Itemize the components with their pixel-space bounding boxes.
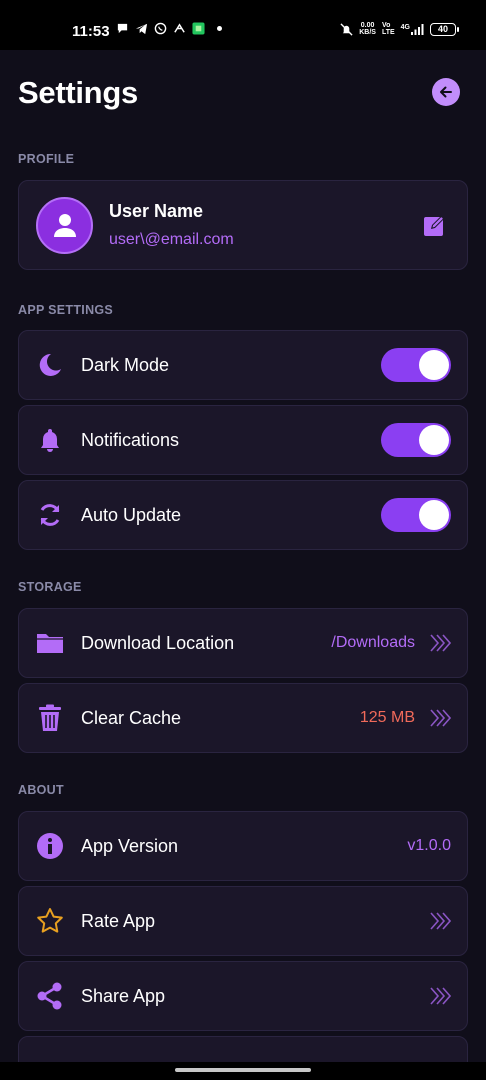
setting-row-app-version[interactable]: App Version v1.0.0 bbox=[18, 811, 468, 881]
setting-row-partial[interactable] bbox=[18, 1036, 468, 1062]
whatsapp-icon bbox=[154, 22, 167, 35]
moon-icon bbox=[36, 351, 64, 379]
setting-row-download-location[interactable]: Download Location /Downloads bbox=[18, 608, 468, 678]
status-time: 11:53 bbox=[72, 23, 110, 40]
home-gesture-bar[interactable] bbox=[175, 1068, 311, 1072]
signal-label: 4G bbox=[400, 23, 410, 31]
system-navigation-bar bbox=[0, 1062, 486, 1080]
section-title-about: ABOUT bbox=[18, 783, 64, 797]
setting-label: Clear Cache bbox=[81, 707, 182, 728]
profile-info: User Name user\@email.com bbox=[109, 201, 421, 249]
network-icon bbox=[174, 23, 185, 33]
toggle-knob bbox=[419, 500, 449, 530]
bell-icon bbox=[36, 426, 64, 454]
download-location-value: /Downloads bbox=[331, 634, 415, 651]
page-title: Settings bbox=[18, 75, 138, 110]
chevron-right-icon bbox=[430, 709, 451, 727]
setting-label: Dark Mode bbox=[81, 354, 170, 375]
setting-label: Rate App bbox=[81, 910, 156, 931]
toggle-knob bbox=[419, 350, 449, 380]
setting-row-auto-update[interactable]: Auto Update bbox=[18, 480, 468, 550]
setting-label: Share App bbox=[81, 985, 166, 1006]
setting-label: Auto Update bbox=[81, 504, 182, 525]
chevron-right-icon bbox=[430, 912, 451, 930]
section-title-profile: PROFILE bbox=[18, 152, 75, 166]
avatar bbox=[36, 196, 93, 254]
profile-name: User Name bbox=[109, 201, 204, 221]
folder-icon bbox=[36, 629, 64, 657]
auto-update-toggle[interactable] bbox=[381, 498, 451, 532]
setting-row-clear-cache[interactable]: Clear Cache 125 MB bbox=[18, 683, 468, 753]
notifications-toggle[interactable] bbox=[381, 423, 451, 457]
settings-screen: Settings PROFILE User Name user\@email.c… bbox=[0, 50, 486, 1062]
share-icon bbox=[36, 982, 64, 1010]
section-title-storage: STORAGE bbox=[18, 580, 82, 594]
more-notifications-dot bbox=[217, 26, 222, 31]
setting-label: Download Location bbox=[81, 632, 235, 653]
net-speed-unit: KB/S bbox=[359, 29, 376, 36]
cache-size-value: 125 MB bbox=[359, 709, 415, 726]
net-speed-value: 0.00 bbox=[360, 22, 375, 29]
status-bar: 11:53 0.00 KB/S Vo LTE 4G 40 bbox=[0, 0, 486, 50]
trash-icon bbox=[36, 704, 64, 732]
setting-label: Notifications bbox=[81, 429, 180, 450]
battery-indicator: 40 bbox=[430, 22, 459, 36]
chevron-right-icon bbox=[430, 987, 451, 1005]
section-title-app-settings: APP SETTINGS bbox=[18, 303, 114, 317]
info-icon bbox=[36, 832, 64, 860]
message-icon bbox=[117, 23, 128, 34]
star-icon bbox=[36, 907, 64, 935]
signal-icon: 4G bbox=[400, 23, 424, 35]
net-speed: 0.00 KB/S bbox=[359, 22, 376, 36]
setting-row-dark-mode[interactable]: Dark Mode bbox=[18, 330, 468, 400]
telegram-icon bbox=[135, 23, 148, 35]
toggle-knob bbox=[419, 425, 449, 455]
battery-level: 40 bbox=[437, 24, 448, 34]
volte-indicator: Vo LTE bbox=[382, 22, 395, 36]
setting-row-notifications[interactable]: Notifications bbox=[18, 405, 468, 475]
edit-profile-button[interactable] bbox=[421, 211, 449, 239]
profile-card[interactable]: User Name user\@email.com bbox=[18, 180, 468, 270]
profile-email: user\@email.com bbox=[109, 231, 234, 248]
arrow-left-icon bbox=[440, 86, 452, 98]
user-icon bbox=[53, 214, 76, 237]
setting-row-share-app[interactable]: Share App bbox=[18, 961, 468, 1031]
setting-label: App Version bbox=[81, 835, 179, 856]
sync-icon bbox=[36, 501, 64, 529]
edit-icon bbox=[424, 216, 444, 236]
setting-row-rate-app[interactable]: Rate App bbox=[18, 886, 468, 956]
green-app-icon bbox=[192, 22, 205, 35]
status-right: 0.00 KB/S Vo LTE 4G 40 bbox=[340, 22, 459, 36]
volte-top: Vo bbox=[381, 22, 391, 29]
back-button[interactable] bbox=[432, 78, 460, 106]
dark-mode-toggle[interactable] bbox=[381, 348, 451, 382]
header: Settings bbox=[18, 72, 468, 114]
chevron-right-icon bbox=[430, 634, 451, 652]
notification-icons bbox=[116, 22, 222, 35]
mute-icon bbox=[340, 22, 353, 36]
app-version-value: v1.0.0 bbox=[407, 837, 451, 854]
volte-bottom: LTE bbox=[381, 29, 395, 36]
